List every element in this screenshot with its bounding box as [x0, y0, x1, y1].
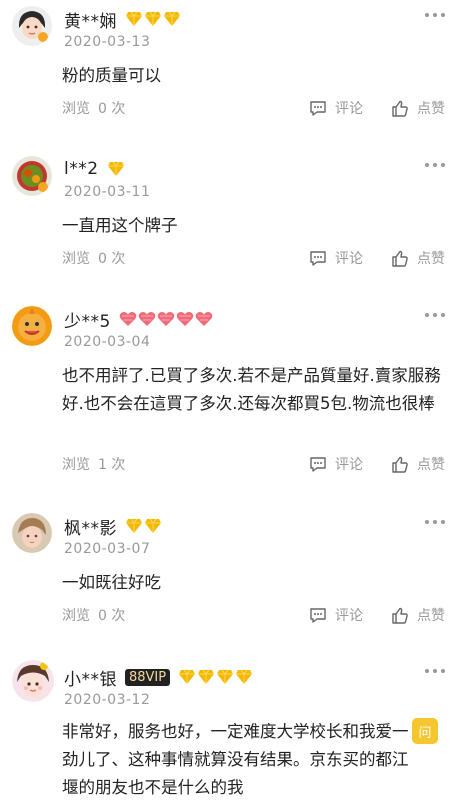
gold-diamond-icon	[198, 669, 215, 684]
thumbs-up-icon	[392, 250, 408, 267]
more-icon[interactable]	[425, 517, 445, 527]
more-icon[interactable]	[425, 10, 445, 20]
gold-diamond-icon	[145, 518, 161, 533]
red-heart-icon	[176, 312, 194, 326]
like-button[interactable]: 点赞	[391, 248, 445, 268]
review-footer: 浏览 1 次 评论 点赞	[62, 453, 445, 475]
like-button[interactable]: 点赞	[391, 605, 445, 625]
like-label: 点赞	[417, 457, 445, 473]
username-row: 少**5	[64, 306, 214, 332]
ask-label: 问	[418, 725, 432, 741]
review-date: 2020-03-11	[64, 184, 151, 200]
gold-diamond-icon	[145, 11, 161, 26]
view-count: 浏览 1 次	[62, 457, 126, 473]
review-date: 2020-03-13	[64, 34, 151, 50]
thumbs-up-icon	[392, 456, 408, 473]
red-heart-icon	[138, 312, 156, 326]
comment-button[interactable]: 评论	[309, 454, 363, 474]
review-content: 一直用这个牌子	[62, 216, 178, 235]
like-button[interactable]: 点赞	[391, 98, 445, 118]
review-content: 一如既往好吃	[62, 573, 161, 592]
review-content: 粉的质量可以	[62, 66, 161, 85]
comment-label: 评论	[335, 457, 363, 473]
comment-button[interactable]: 评论	[309, 605, 363, 625]
comment-button[interactable]: 评论	[309, 98, 363, 118]
comment-label: 评论	[335, 251, 363, 267]
comment-icon	[310, 250, 326, 266]
view-count: 浏览 0 次	[62, 608, 126, 624]
review-footer: 浏览 0 次 评论 点赞	[62, 604, 445, 626]
gold-diamond-icon	[126, 11, 142, 26]
review-footer: 浏览 0 次 评论 点赞	[62, 247, 445, 269]
username[interactable]: 小**银	[64, 665, 117, 690]
view-count: 浏览 0 次	[62, 101, 126, 117]
avatar[interactable]	[12, 156, 52, 196]
more-icon[interactable]	[425, 160, 445, 170]
review-date: 2020-03-04	[64, 334, 151, 350]
review-date: 2020-03-07	[64, 541, 151, 557]
avatar[interactable]	[12, 6, 52, 46]
username[interactable]: 少**5	[64, 307, 111, 332]
red-heart-icon	[119, 312, 137, 326]
gold-diamond-icon	[107, 161, 124, 176]
gold-diamond-icon	[236, 669, 253, 684]
avatar[interactable]	[12, 660, 54, 702]
comment-label: 评论	[335, 608, 363, 624]
like-button[interactable]: 点赞	[391, 454, 445, 474]
more-icon[interactable]	[425, 666, 445, 676]
gold-diamond-icon	[217, 669, 234, 684]
avatar[interactable]	[12, 306, 52, 346]
red-heart-icon	[157, 312, 175, 326]
review-date: 2020-03-12	[64, 692, 151, 708]
view-count: 浏览 0 次	[62, 251, 126, 267]
ask-button[interactable]: 问	[412, 718, 438, 744]
username-row: 小**银 88VIP	[64, 664, 254, 690]
vip-badge: 88VIP	[125, 668, 171, 686]
more-icon[interactable]	[425, 310, 445, 320]
thumbs-up-icon	[392, 100, 408, 117]
gold-diamond-icon	[164, 11, 180, 26]
like-label: 点赞	[417, 101, 445, 117]
comment-icon	[310, 607, 326, 623]
level-badges	[119, 311, 214, 327]
username[interactable]: 枫**影	[64, 514, 117, 539]
avatar[interactable]	[12, 513, 52, 553]
comment-icon	[310, 100, 326, 116]
level-badges	[125, 518, 163, 534]
comment-icon	[310, 456, 326, 472]
review-footer: 浏览 0 次 评论 点赞	[62, 97, 445, 119]
username[interactable]: 黄**娴	[64, 7, 117, 32]
review-content: 也不用評了.已買了多次.若不是产品質量好.賣家服務好.也不会在這買了多次.还每次…	[62, 366, 441, 413]
comment-label: 评论	[335, 101, 363, 117]
thumbs-up-icon	[392, 607, 408, 624]
level-badges	[107, 161, 126, 177]
level-badges	[125, 11, 182, 27]
username-row: l**2	[64, 156, 126, 182]
gold-diamond-icon	[126, 518, 142, 533]
like-label: 点赞	[417, 251, 445, 267]
username-row: 黄**娴	[64, 6, 182, 32]
gold-diamond-icon	[179, 669, 196, 684]
username-row: 枫**影	[64, 513, 163, 539]
comment-button[interactable]: 评论	[309, 248, 363, 268]
review-content: 非常好，服务也好，一定难度大学校长和我爱一劲儿了、这种事情就算没有结果。京东买的…	[62, 722, 409, 797]
username[interactable]: l**2	[64, 159, 99, 179]
like-label: 点赞	[417, 608, 445, 624]
red-heart-icon	[195, 312, 213, 326]
level-badges	[178, 669, 254, 685]
